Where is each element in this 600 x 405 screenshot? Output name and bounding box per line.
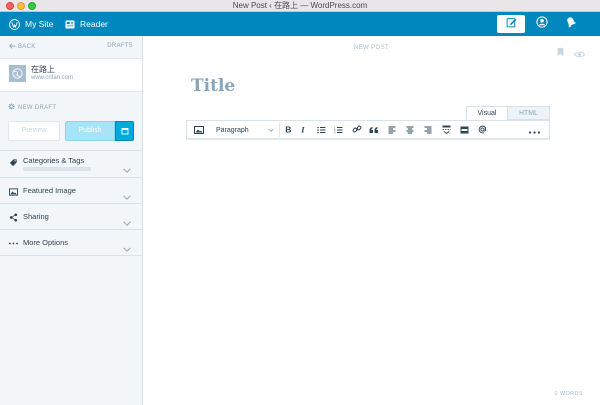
reader-button[interactable]: Reader <box>65 12 108 36</box>
add-media-icon <box>194 121 204 139</box>
drafts-link[interactable]: DRAFTS <box>107 43 133 49</box>
accordion-label: Sharing <box>23 212 49 221</box>
word-count: 0 WORDS <box>554 391 583 397</box>
more-tools-button[interactable] <box>524 121 544 139</box>
numbered-list-button[interactable]: 123 <box>331 121 345 139</box>
site-name: 在路上 <box>31 65 55 74</box>
back-link[interactable]: BACK <box>8 43 36 51</box>
italic-icon: I <box>300 121 308 139</box>
calendar-icon <box>121 122 129 140</box>
preview-button[interactable]: Preview <box>8 121 60 141</box>
align-center-icon <box>406 121 414 139</box>
accordion-label: Featured Image <box>23 186 76 195</box>
bold-icon: B <box>284 121 292 139</box>
bold-button[interactable]: B <box>281 121 295 139</box>
svg-text:B: B <box>285 125 291 134</box>
italic-button[interactable]: I <box>297 121 311 139</box>
profile-button[interactable] <box>534 16 550 32</box>
tab-visual[interactable]: Visual <box>466 106 508 120</box>
insert-more-icon <box>442 121 451 139</box>
arrow-left-icon <box>8 43 16 51</box>
my-site-label: My Site <box>25 19 54 29</box>
insert-more-button[interactable] <box>439 121 453 139</box>
window-titlebar: New Post ‹ 在路上 — WordPress.com <box>0 0 600 12</box>
write-post-icon <box>506 15 517 33</box>
reader-icon <box>65 20 75 29</box>
blockquote-button[interactable] <box>367 121 381 139</box>
tab-html[interactable]: HTML <box>508 106 550 120</box>
site-url: www.crifan.com <box>31 75 74 81</box>
wordpress-logo-icon <box>9 18 20 30</box>
accordion-categories-tags[interactable]: Categories & Tags <box>0 151 142 178</box>
accordion-label: More Options <box>23 238 69 247</box>
editor-toolbar: Paragraph B I 123 <box>186 120 550 140</box>
numbered-list-icon: 123 <box>334 121 343 139</box>
new-draft-label: NEW DRAFT <box>18 104 57 111</box>
accordion-label: Categories & Tags <box>23 156 85 165</box>
blockquote-icon <box>369 121 379 139</box>
back-label: BACK <box>18 44 36 50</box>
align-right-icon <box>424 121 432 139</box>
align-center-button[interactable] <box>404 121 416 139</box>
editor-mode-tabs: Visual HTML <box>466 106 550 120</box>
mention-icon <box>478 121 487 139</box>
toolbar-divider <box>279 123 280 137</box>
insert-content-icon <box>460 121 469 139</box>
align-left-button[interactable] <box>386 121 398 139</box>
publish-button[interactable]: Publish <box>65 121 115 141</box>
align-left-icon <box>388 121 396 139</box>
bookmark-icon[interactable] <box>557 44 564 62</box>
link-button[interactable] <box>350 121 364 139</box>
schedule-button[interactable] <box>115 121 134 141</box>
bullet-list-button[interactable] <box>314 121 328 139</box>
insert-content-button[interactable] <box>457 121 471 139</box>
mention-button[interactable] <box>475 121 489 139</box>
profile-icon <box>536 15 548 33</box>
svg-text:3: 3 <box>334 132 336 135</box>
window-title: New Post ‹ 在路上 — WordPress.com <box>232 1 368 10</box>
title-input[interactable]: Title <box>191 76 235 96</box>
masterbar: My Site Reader <box>0 12 600 36</box>
post-editor: NEW POST Title Visual HTML Paragraph B I… <box>143 36 600 405</box>
write-post-button[interactable] <box>497 15 525 33</box>
add-media-button[interactable] <box>192 121 206 139</box>
bullet-list-icon <box>316 121 326 139</box>
my-site-button[interactable]: My Site <box>9 12 53 36</box>
image-icon <box>9 187 18 196</box>
more-tools-icon <box>528 121 540 139</box>
svg-text:I: I <box>300 125 305 134</box>
editor-sidebar: BACK DRAFTS 在路上 www.crifan.com NEW DRAFT… <box>0 36 143 405</box>
notifications-button[interactable] <box>563 16 579 32</box>
accordion-featured-image[interactable]: Featured Image <box>0 178 142 204</box>
ellipsis-icon <box>9 239 18 248</box>
chevron-down-icon <box>123 239 131 257</box>
site-icon <box>9 65 26 82</box>
format-select[interactable]: Paragraph <box>207 121 277 139</box>
accordion-sharing[interactable]: Sharing <box>0 204 142 230</box>
eye-icon[interactable] <box>573 45 586 63</box>
chevron-down-icon <box>123 187 131 205</box>
link-icon <box>352 121 362 139</box>
reader-label: Reader <box>80 19 108 29</box>
format-select-value: Paragraph <box>216 126 249 134</box>
sidebar-header: BACK DRAFTS <box>0 36 142 59</box>
align-right-button[interactable] <box>422 121 434 139</box>
accordion-more-options[interactable]: More Options <box>0 230 142 256</box>
notifications-icon <box>565 15 577 33</box>
site-card[interactable]: 在路上 www.crifan.com <box>0 59 142 92</box>
chevron-down-icon <box>123 160 131 178</box>
categories-summary-placeholder <box>23 167 91 171</box>
gear-icon <box>8 103 18 112</box>
new-draft-link[interactable]: NEW DRAFT <box>8 103 56 112</box>
chevron-down-icon <box>123 213 131 231</box>
sidebar-accordion: Categories & Tags Featured Image Sharing <box>0 150 142 256</box>
post-status: NEW POST <box>353 45 390 51</box>
tag-icon <box>9 158 18 167</box>
share-icon <box>9 213 18 222</box>
